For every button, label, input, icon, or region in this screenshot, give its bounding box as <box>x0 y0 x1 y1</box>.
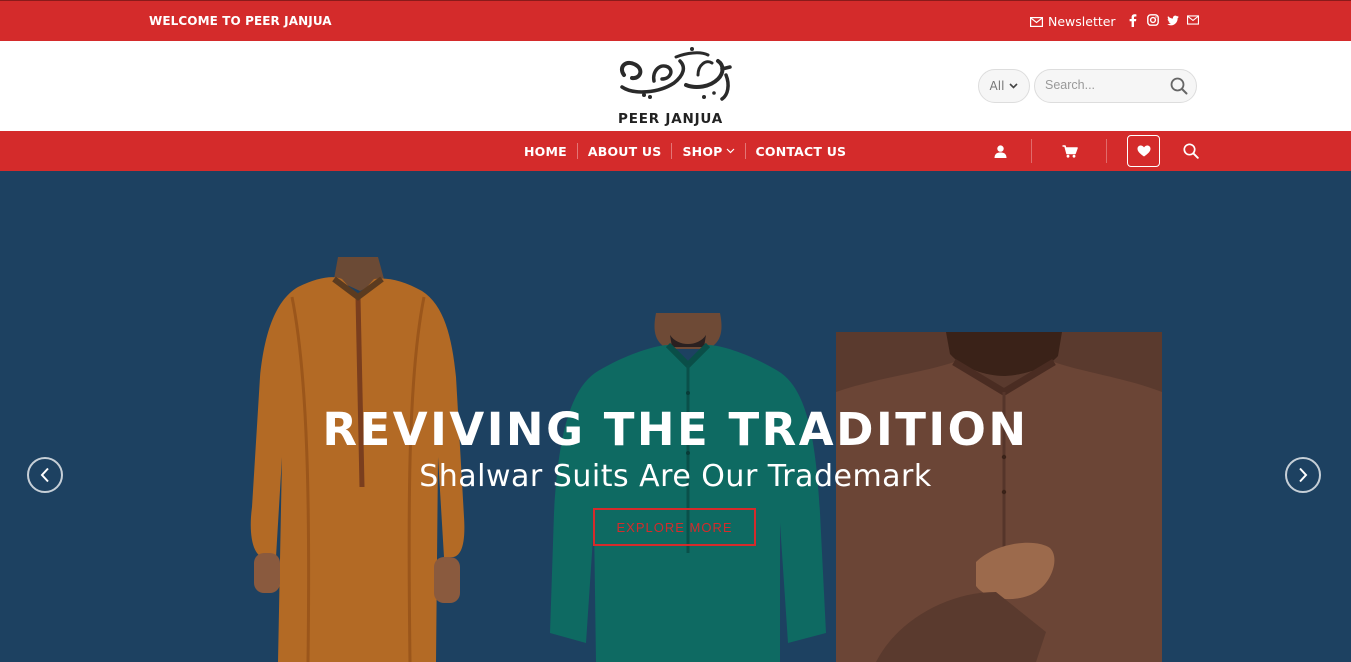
nav-item-about[interactable]: ABOUT US <box>578 143 672 159</box>
search-input[interactable] <box>1045 78 1165 92</box>
nav-item-label: CONTACT US <box>755 143 847 159</box>
welcome-text: WELCOME TO PEER JANJUA <box>149 14 332 28</box>
nav-item-shop[interactable]: SHOP <box>672 143 744 159</box>
chevron-left-icon <box>40 467 49 483</box>
hero-slider: REVIVING THE TRADITION Shalwar Suits Are… <box>0 171 1351 662</box>
facebook-icon[interactable] <box>1127 13 1139 27</box>
chevron-down-icon <box>726 148 734 154</box>
chevron-down-icon <box>1009 83 1019 89</box>
social-links <box>1127 13 1199 27</box>
cart-icon[interactable] <box>1056 131 1084 171</box>
slider-prev-button[interactable] <box>27 457 63 493</box>
site-header: PEER JANJUA All <box>0 41 1351 131</box>
hero-heading: REVIVING THE TRADITION <box>322 403 1029 456</box>
nav-item-label: SHOP <box>682 143 723 159</box>
chevron-right-icon <box>1299 467 1308 483</box>
heart-icon <box>1127 135 1160 167</box>
account-icon[interactable] <box>986 131 1014 171</box>
wishlist-button[interactable] <box>1127 131 1160 171</box>
nav-icon-divider <box>1106 139 1107 163</box>
nav-item-label: HOME <box>524 143 567 159</box>
main-nav: HOME ABOUT US SHOP CONTACT US <box>0 131 1351 171</box>
nav-item-home[interactable]: HOME <box>514 143 577 159</box>
email-icon[interactable] <box>1187 14 1199 26</box>
category-select[interactable]: All <box>978 69 1030 103</box>
logo-text: PEER JANJUA <box>618 111 724 127</box>
nav-item-label: ABOUT US <box>587 143 662 159</box>
nav-icon-divider <box>1031 139 1032 163</box>
model-image-brown-kurta <box>836 332 1162 662</box>
search-box[interactable] <box>1034 69 1197 103</box>
site-logo[interactable]: PEER JANJUA <box>614 45 738 131</box>
top-bar: WELCOME TO PEER JANJUA Newsletter <box>0 0 1351 41</box>
instagram-icon[interactable] <box>1147 14 1159 26</box>
hero-subheading: Shalwar Suits Are Our Trademark <box>419 459 932 494</box>
newsletter-link[interactable]: Newsletter <box>1030 14 1116 29</box>
envelope-icon <box>1030 16 1043 27</box>
slider-next-button[interactable] <box>1285 457 1321 493</box>
search-icon[interactable] <box>1180 131 1202 171</box>
nav-icons <box>980 131 1200 171</box>
explore-more-button[interactable]: EXPLORE MORE <box>593 508 756 546</box>
category-select-value: All <box>989 79 1005 93</box>
nav-menu: HOME ABOUT US SHOP CONTACT US <box>514 131 856 171</box>
twitter-icon[interactable] <box>1167 14 1179 26</box>
urdu-calligraphy-logo <box>619 47 732 101</box>
newsletter-label: Newsletter <box>1048 14 1116 29</box>
nav-item-contact[interactable]: CONTACT US <box>746 143 857 159</box>
search-icon[interactable] <box>1170 77 1188 99</box>
